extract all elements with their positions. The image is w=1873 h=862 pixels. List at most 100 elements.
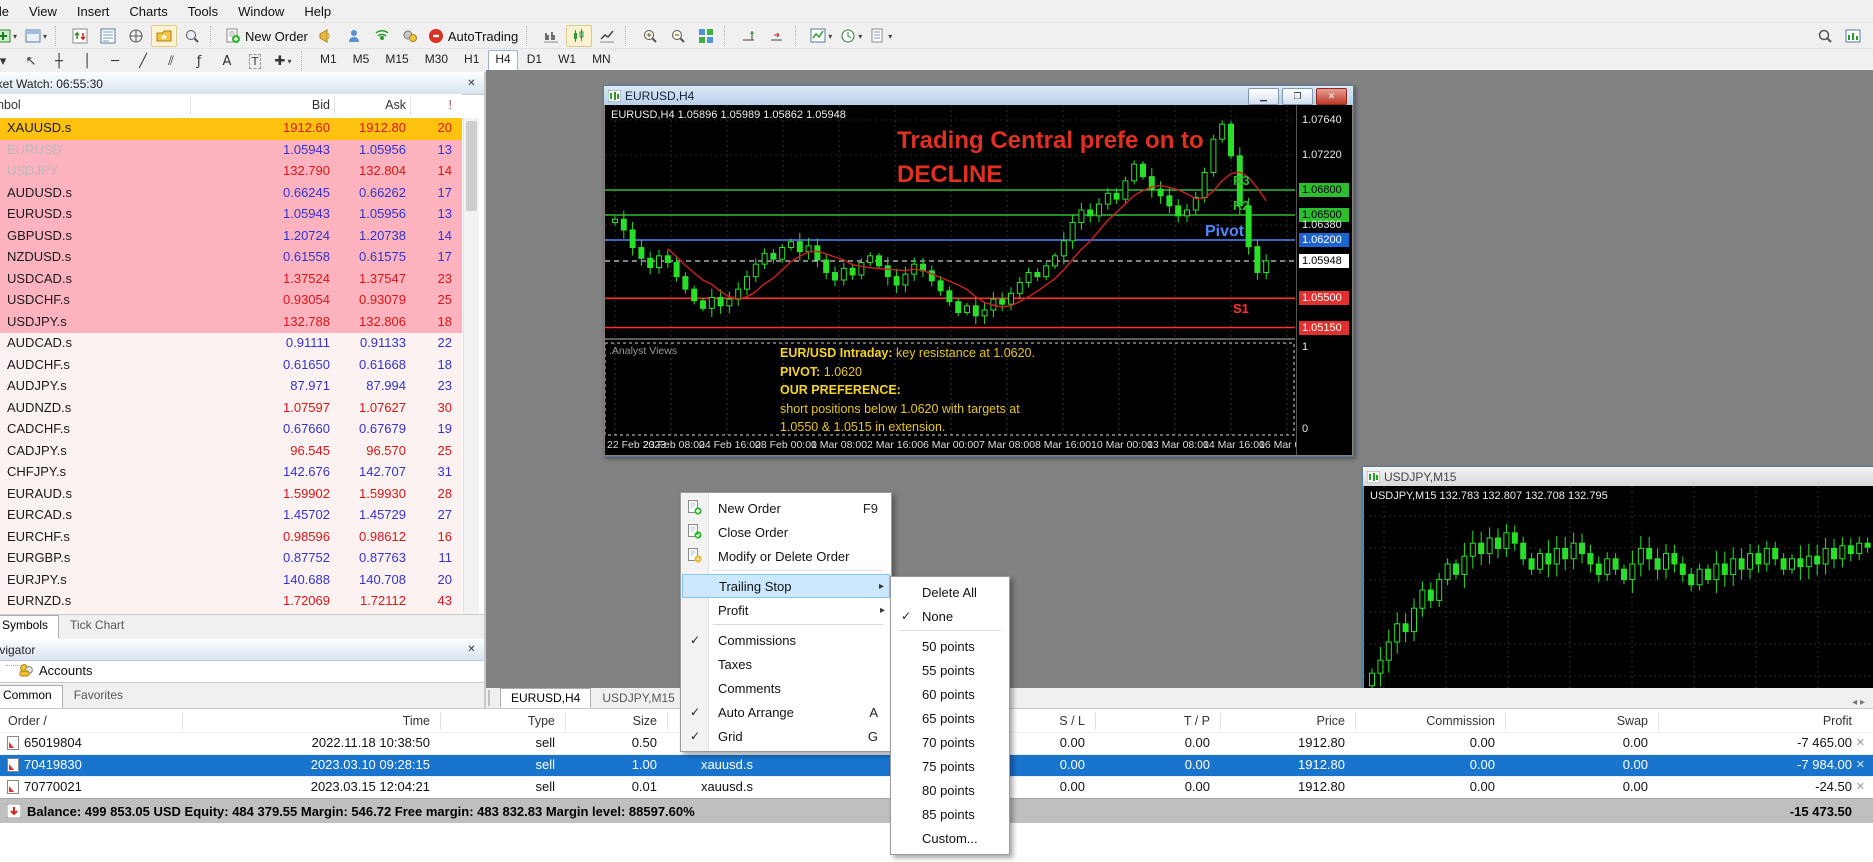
menu-item-auto-arrange[interactable]: ✓Auto ArrangeA [682, 700, 890, 724]
signals-button[interactable] [369, 25, 395, 47]
chart-window-usdjpy-m15[interactable]: USDJPY,M15 USDJPY,M15 132.783 132.807 13… [1362, 466, 1873, 690]
autotrading-button[interactable]: AutoTrading [425, 25, 521, 47]
new-order-button[interactable]: New Order [222, 25, 311, 47]
menu-tools[interactable]: Tools [178, 1, 228, 22]
menu-item-new-order[interactable]: New OrderF9 [682, 496, 890, 520]
column-tp[interactable]: T / P [1060, 714, 1210, 728]
watch-row-audusd.s[interactable]: AUDUSD.s0.662450.6626217 [0, 183, 462, 206]
watch-row-cadchf.s[interactable]: CADCHF.s0.676600.6767919 [0, 419, 462, 442]
watch-row-usdchf.s[interactable]: USDCHF.s0.930540.9307925 [0, 290, 462, 313]
watch-row-eurjpy.s[interactable]: EURJPY.s140.688140.70820 [0, 570, 462, 593]
watch-row-eurnzd.s[interactable]: EURNZD.s1.720691.7211243 [0, 591, 462, 614]
hline-tool-button[interactable]: ─ [102, 50, 128, 72]
minimize-button[interactable]: ▁ [1248, 88, 1279, 105]
column-ask[interactable]: Ask [306, 98, 406, 112]
close-button[interactable]: ✕ [1316, 88, 1347, 105]
chart-tab-usdjpy[interactable]: USDJPY,M15 [591, 688, 685, 708]
zoom-in-button[interactable] [637, 25, 663, 47]
column-profit[interactable]: Profit [1702, 714, 1852, 728]
trendline-tool-button[interactable]: ╱ [130, 50, 156, 72]
timeframe-m1[interactable]: M1 [313, 50, 344, 73]
watch-row-eurusd.s[interactable]: EURUSD.s1.059431.0595613 [0, 204, 462, 227]
watch-row-gbpusd.s[interactable]: GBPUSD.s1.207241.2073814 [0, 226, 462, 249]
menu-item-65-points[interactable]: 65 points [892, 706, 1008, 730]
navigator-close-icon[interactable]: ✕ [465, 643, 478, 656]
tab-symbols[interactable]: Symbols [0, 615, 59, 639]
watch-row-chfjpy.s[interactable]: CHFJPY.s142.676142.70731 [0, 462, 462, 485]
menu-item-85-points[interactable]: 85 points [892, 802, 1008, 826]
watch-row-eurcad.s[interactable]: EURCAD.s1.457021.4572927 [0, 505, 462, 528]
watch-row-euraud.s[interactable]: EURAUD.s1.599021.5993028 [0, 484, 462, 507]
label-tool-button[interactable]: T [242, 50, 268, 72]
restore-button[interactable]: ❐ [1282, 88, 1313, 105]
menu-item-55-points[interactable]: 55 points [892, 658, 1008, 682]
menu-item-70-points[interactable]: 70 points [892, 730, 1008, 754]
watch-row-audnzd.s[interactable]: AUDNZD.s1.075971.0762730 [0, 398, 462, 421]
market-watch-scrollbar[interactable] [463, 118, 479, 614]
chart-window-eurusd-h4[interactable]: EURUSD,H4 ▁ ❐ ✕ EURUSD,H4 1.05896 1.0598… [603, 85, 1354, 457]
close-position-icon[interactable]: ✕ [1856, 758, 1865, 771]
cursor-tool-button[interactable]: ↖ [18, 50, 44, 72]
data-window-button[interactable] [95, 25, 121, 47]
eurusd-price-scale[interactable]: 1.076401.072201.068001.065001.063801.062… [1296, 105, 1352, 455]
channel-tool-button[interactable]: ⫽ [158, 50, 184, 72]
arrows-tool-button[interactable]: ✚▾ [270, 50, 296, 72]
chart-add-button[interactable]: ▾ [0, 25, 20, 47]
menu-item-taxes[interactable]: Taxes [682, 652, 890, 676]
watch-row-eurgbp.s[interactable]: EURGBP.s0.877520.8776311 [0, 548, 462, 571]
timeframe-h1[interactable]: H1 [457, 50, 486, 73]
autoscroll-button[interactable] [764, 25, 790, 47]
menu-item-close-order[interactable]: Close Order [682, 520, 890, 544]
menu-item-75-points[interactable]: 75 points [892, 754, 1008, 778]
tab-scroll-arrows[interactable]: ◂ ▸ [1852, 697, 1865, 708]
watch-row-audcad.s[interactable]: AUDCAD.s0.911110.9113322 [0, 333, 462, 356]
menu-item-custom[interactable]: Custom... [892, 826, 1008, 850]
menu-insert[interactable]: Insert [67, 1, 120, 22]
vline-tool-button[interactable]: │ [74, 50, 100, 72]
menu-item-none[interactable]: ✓None [892, 604, 1008, 628]
tile-windows-button[interactable] [693, 25, 719, 47]
window-layout-button[interactable]: ▾ [22, 25, 50, 47]
history-center-button[interactable] [151, 25, 177, 47]
column-price[interactable]: Price [1195, 714, 1345, 728]
line-chart-button[interactable] [594, 25, 620, 47]
menu-item-modify-or-delete-order[interactable]: Modify or Delete Order [682, 544, 890, 568]
watch-row-xauusd.s[interactable]: XAUUSD.s1912.601912.8020 [0, 118, 462, 141]
watch-row-usdjpy.s[interactable]: USDJPY.s132.788132.80618 [0, 312, 462, 335]
mini-chart-button[interactable] [1840, 25, 1866, 47]
navigator-button[interactable] [123, 25, 149, 47]
market-watch-close-icon[interactable]: ✕ [465, 77, 478, 90]
search-button[interactable] [1812, 25, 1838, 47]
eurusd-chart-area[interactable]: EURUSD,H4 1.05896 1.05989 1.05862 1.0594… [605, 105, 1352, 455]
menu-view[interactable]: View [19, 1, 67, 22]
watch-row-usdcad.s[interactable]: USDCAD.s1.375241.3754723 [0, 269, 462, 292]
tab-common[interactable]: Common [0, 685, 63, 709]
crosshair-tool-button[interactable]: ┼ [46, 50, 72, 72]
candle-chart-button[interactable] [566, 25, 592, 47]
watch-row-audchf.s[interactable]: AUDCHF.s0.616500.6166818 [0, 355, 462, 378]
timeframe-m5[interactable]: M5 [346, 50, 377, 73]
menu-file[interactable]: File [0, 1, 19, 22]
experts-button[interactable] [397, 25, 423, 47]
shift-end-button[interactable] [736, 25, 762, 47]
usdjpy-window-titlebar[interactable]: USDJPY,M15 [1363, 467, 1873, 486]
watch-row-eurusd[interactable]: EURUSD1.059431.0595613 [0, 140, 462, 163]
timeframe-m15[interactable]: M15 [378, 50, 415, 73]
menu-item-50-points[interactable]: 50 points [892, 634, 1008, 658]
menu-charts[interactable]: Charts [119, 1, 177, 22]
menu-item-80-points[interactable]: 80 points [892, 778, 1008, 802]
timeframe-m30[interactable]: M30 [418, 50, 455, 73]
bar-chart-button[interactable] [538, 25, 564, 47]
menu-item-profit[interactable]: Profit▸ [682, 598, 890, 622]
market-watch-button[interactable] [67, 25, 93, 47]
menu-item-grid[interactable]: ✓GridG [682, 724, 890, 748]
market-watch-header[interactable]: Symbol Bid Ask ! [0, 94, 462, 119]
fibonacci-tool-button[interactable]: ƒ [186, 50, 212, 72]
menu-help[interactable]: Help [294, 1, 341, 22]
navigator-item-accounts[interactable]: Accounts [39, 663, 92, 678]
navigator-titlebar[interactable]: Navigator ✕ [0, 640, 484, 661]
menu-window[interactable]: Window [228, 1, 294, 22]
periods-button[interactable]: ▾ [837, 25, 865, 47]
column-commission[interactable]: Commission [1345, 714, 1495, 728]
menu-item-comments[interactable]: Comments [682, 676, 890, 700]
